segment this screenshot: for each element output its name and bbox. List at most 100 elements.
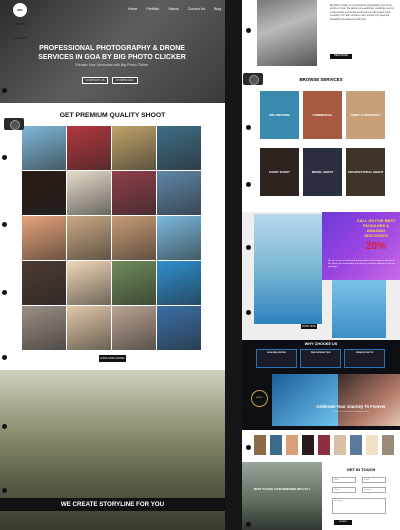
gallery-title: GET PREMIUM QUALITY SHOOT — [59, 112, 166, 119]
nav-item-portfolio[interactable]: Portfolio — [146, 7, 159, 11]
gallery-photo[interactable] — [67, 306, 111, 350]
bullet-marker — [2, 355, 7, 360]
nav-item-blog[interactable]: Blog — [214, 7, 221, 11]
strip-photo[interactable] — [382, 435, 394, 455]
nav-item-videos[interactable]: Videos — [168, 7, 179, 11]
service-label: FAMILY & MATERNITY — [350, 113, 381, 117]
nav-item-home[interactable]: Home — [128, 7, 137, 11]
bullet-marker — [2, 222, 7, 227]
main-nav: Home Portfolio Videos Contact Us Blog — [128, 7, 221, 11]
why-subheading: with Big Photo Clicker's wedding service… — [332, 411, 370, 413]
bullet-marker — [246, 445, 251, 450]
about-section: Big Photo Clicker is a professional phot… — [242, 0, 400, 68]
service-card-architectural[interactable]: ARCHITECTURAL SHOOT — [346, 148, 385, 196]
why-heading: Celebrate Your Journey To Forever — [316, 404, 386, 409]
contact-section: WANT TO SAVE YOUR MEMORIES WITH US ? GET… — [242, 460, 400, 530]
gallery-photo[interactable] — [22, 261, 66, 305]
logo[interactable]: BIG PHOTO CLICKER — [13, 3, 27, 40]
contact-title: GET IN TOUCH — [346, 467, 376, 472]
hero-subtitle: Elevate Your Memories with Big Photo Cli… — [75, 63, 149, 67]
why-choose-us-section: WHY CHOOSE US HIGH-END EDITING TIME SATI… — [242, 340, 400, 430]
promo-headline: CALL US FOR BEST PACKAGES & AMAZING DISC… — [356, 218, 396, 238]
location-field[interactable]: Location — [362, 487, 386, 493]
submit-button[interactable]: SUBMIT — [334, 520, 352, 525]
promo-photo-couple — [332, 280, 386, 338]
camera-icon — [243, 73, 263, 85]
gallery-photo[interactable] — [112, 171, 156, 215]
boat-photo — [272, 374, 338, 426]
strip-photo[interactable] — [302, 435, 314, 455]
why-title: WHY CHOOSE US — [304, 342, 338, 346]
storyline-text: WE CREATE STORYLINE FOR YOU — [60, 501, 165, 508]
gallery-photo[interactable] — [22, 126, 66, 170]
email-field[interactable]: Email — [362, 477, 386, 483]
gallery-photo[interactable] — [112, 126, 156, 170]
explore-more-button[interactable]: EXPLORE MORE — [99, 355, 126, 362]
book-now-button[interactable]: BOOK NOW — [301, 324, 317, 329]
services-title: BROWSE SERVICES — [299, 77, 343, 82]
storyline-section: WE CREATE STORYLINE FOR YOU — [0, 370, 225, 530]
gallery-photo[interactable] — [67, 216, 111, 260]
contact-us-button[interactable]: CONTACT US — [82, 77, 108, 84]
bullet-marker — [246, 28, 251, 33]
camera-icon — [4, 118, 24, 130]
portfolio-button[interactable]: PORTFOLIO — [112, 77, 138, 84]
strip-photo[interactable] — [286, 435, 298, 455]
service-card-event[interactable]: EVENT SHOOT — [260, 148, 299, 196]
gallery-photo[interactable] — [22, 171, 66, 215]
gallery-photo[interactable] — [157, 216, 201, 260]
award-badge-icon: AWARD — [251, 390, 268, 407]
gallery-section: GET PREMIUM QUALITY SHOOT — [0, 103, 225, 370]
service-label: MODEL SHOOT — [311, 170, 334, 174]
gallery-photo[interactable] — [112, 306, 156, 350]
contact-image-text: WANT TO SAVE YOUR MEMORIES WITH US ? — [253, 488, 311, 491]
gallery-photo[interactable] — [67, 126, 111, 170]
gallery-photo[interactable] — [67, 261, 111, 305]
service-label: COMMERCIAL — [312, 113, 333, 117]
gallery-photo[interactable] — [157, 261, 201, 305]
service-card-commercial[interactable]: COMMERCIAL — [303, 91, 342, 139]
gallery-photo[interactable] — [67, 171, 111, 215]
bullet-marker — [2, 155, 7, 160]
bullet-marker — [2, 488, 7, 493]
promo-body: We are a team of dedicated photographers… — [328, 260, 395, 268]
column-gap — [225, 0, 242, 530]
gallery-photo[interactable] — [112, 216, 156, 260]
nav-item-contact[interactable]: Contact Us — [188, 7, 205, 11]
service-label: PRE-WEDDING — [269, 113, 290, 117]
promo-section: CALL US FOR BEST PACKAGES & AMAZING DISC… — [242, 212, 400, 340]
bullet-marker — [2, 424, 7, 429]
gallery-photo[interactable] — [112, 261, 156, 305]
strip-photo[interactable] — [334, 435, 346, 455]
service-card-model[interactable]: MODEL SHOOT — [303, 148, 342, 196]
service-card-family[interactable]: FAMILY & MATERNITY — [346, 91, 385, 139]
gallery-photo[interactable] — [157, 126, 201, 170]
photo-strip — [242, 430, 400, 460]
contact-image — [242, 462, 322, 530]
promo-banner: CALL US FOR BEST PACKAGES & AMAZING DISC… — [322, 212, 400, 280]
service-card-pre-wedding[interactable]: PRE-WEDDING — [260, 91, 299, 139]
hero-title: PROFESSIONAL PHOTOGRAPHY & DRONE SERVICE… — [38, 45, 186, 61]
page: BIG PHOTO CLICKER Home Portfolio Videos … — [0, 0, 400, 530]
strip-photo[interactable] — [254, 435, 266, 455]
gallery-photo[interactable] — [22, 216, 66, 260]
strip-photo[interactable] — [350, 435, 362, 455]
feature-creative: CREATIVE SHOTS — [344, 349, 385, 368]
gallery-photo[interactable] — [157, 171, 201, 215]
about-text: Big Photo Clicker is a professional phot… — [330, 4, 395, 21]
bullet-marker — [2, 88, 7, 93]
service-label: ARCHITECTURAL SHOOT — [347, 170, 384, 174]
name-field[interactable]: Name — [332, 477, 356, 483]
read-more-button[interactable]: READ MORE — [330, 54, 352, 59]
photographer-portrait — [257, 0, 317, 66]
promo-discount: 20% — [365, 241, 386, 252]
strip-photo[interactable] — [366, 435, 378, 455]
gallery-photo[interactable] — [157, 306, 201, 350]
feature-editing: HIGH-END EDITING — [256, 349, 297, 368]
couple-photo — [338, 374, 400, 426]
strip-photo[interactable] — [318, 435, 330, 455]
strip-photo[interactable] — [270, 435, 282, 455]
gallery-photo[interactable] — [22, 306, 66, 350]
phone-field[interactable]: Phone — [332, 487, 356, 493]
message-field[interactable]: Message — [332, 498, 386, 514]
